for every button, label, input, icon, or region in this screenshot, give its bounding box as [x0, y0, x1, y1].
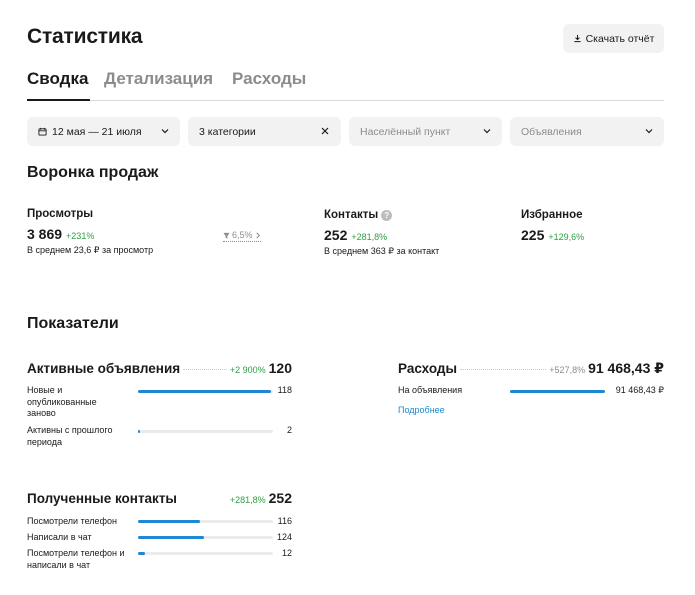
date-range-value: 12 мая — 21 июля	[52, 125, 142, 138]
expenses-delta: +527,8%	[549, 365, 586, 375]
progress-fill	[510, 390, 605, 393]
progress-track	[138, 520, 273, 523]
progress-fill	[138, 520, 201, 523]
views-value: 3 869	[27, 226, 63, 242]
leader-dots	[460, 369, 547, 370]
favorites-value: 225	[521, 227, 545, 243]
category-value: 3 категории	[199, 125, 256, 138]
row-label: На объявления	[398, 385, 463, 395]
contacts-label: Контакты	[324, 209, 379, 221]
funnel-title: Воронка продаж	[27, 164, 159, 181]
expenses-more-link[interactable]: Подробнее	[398, 405, 445, 415]
progress-fill	[138, 390, 271, 393]
row-value: 116	[277, 516, 292, 526]
download-icon	[573, 34, 581, 43]
download-report-label: Скачать отчёт	[585, 32, 655, 45]
row-label: Посмотрели телефон и написали в чат	[27, 548, 125, 570]
leader-dots	[180, 499, 227, 500]
list-item: Активны с прошлого периода 2	[27, 425, 292, 449]
row-value: 118	[277, 385, 292, 395]
chevron-down-icon	[483, 129, 491, 134]
active-listings-value: 120	[268, 360, 292, 376]
expenses-value: 91 468,43 ₽	[588, 360, 664, 376]
category-filter[interactable]: 3 категории	[188, 117, 341, 146]
active-listings-header: Активные объявления +2 900% 120	[27, 360, 292, 376]
views-label: Просмотры	[27, 208, 94, 220]
close-icon[interactable]	[320, 126, 330, 136]
active-tab-indicator	[27, 99, 90, 101]
contacts-delta: +281,8%	[351, 232, 388, 242]
tab-details[interactable]: Детализация	[104, 69, 213, 89]
tab-expenses[interactable]: Расходы	[232, 69, 306, 89]
funnel-views: Просмотры 3 869 +231% В среднем 23,6 ₽ з…	[27, 208, 153, 256]
chevron-down-icon	[161, 129, 169, 134]
list-item: Посмотрели телефон 116	[27, 516, 292, 528]
conversion-rate[interactable]: 6,5%	[223, 230, 261, 242]
views-average: В среднем 23,6 ₽ за просмотр	[27, 245, 154, 255]
location-placeholder: Населённый пункт	[360, 125, 451, 138]
info-icon[interactable]: ?	[381, 209, 393, 221]
row-label: Написали в чат	[27, 532, 92, 542]
progress-track	[510, 390, 605, 393]
list-item: Новые и опубликованные заново 118	[27, 385, 292, 421]
chevron-down-icon	[645, 129, 653, 134]
expenses-title: Расходы	[398, 361, 458, 376]
progress-fill	[138, 430, 141, 433]
listings-placeholder: Объявления	[521, 125, 582, 138]
contacts-value: 252	[324, 227, 348, 243]
leader-dots	[183, 369, 227, 370]
download-report-button[interactable]: Скачать отчёт	[563, 24, 664, 53]
active-listings-title: Активные объявления	[27, 361, 181, 376]
received-contacts-delta: +281,8%	[229, 495, 266, 505]
received-contacts-value: 252	[268, 490, 292, 506]
progress-track	[138, 536, 273, 539]
row-value: 12	[281, 548, 292, 558]
list-item: На объявления 91 468,43 ₽	[398, 385, 664, 399]
row-label: Новые и опубликованные заново	[27, 385, 97, 418]
row-label: Активны с прошлого периода	[27, 425, 113, 447]
contacts-average: В среднем 363 ₽ за контакт	[324, 246, 440, 256]
row-value: 124	[276, 532, 292, 542]
funnel-favorites: Избранное 225 +129,6%	[521, 209, 584, 243]
indicators-title: Показатели	[27, 315, 119, 332]
list-item: Написали в чат 124	[27, 532, 292, 544]
tab-summary[interactable]: Сводка	[27, 69, 88, 89]
calendar-icon	[38, 127, 47, 136]
progress-fill	[138, 552, 145, 555]
chevron-right-icon	[255, 232, 260, 238]
row-label: Посмотрели телефон	[27, 516, 117, 526]
row-value: 91 468,43 ₽	[615, 385, 664, 395]
expenses-header: Расходы +527,8% 91 468,43 ₽	[398, 360, 664, 377]
views-delta: +231%	[66, 231, 95, 241]
filter-bar: 12 мая — 21 июля 3 категории Населённый …	[27, 117, 664, 146]
progress-track	[138, 430, 273, 433]
progress-fill	[138, 536, 205, 539]
progress-track	[138, 390, 273, 393]
tab-bar: Сводка Детализация Расходы	[27, 68, 664, 101]
favorites-delta: +129,6%	[548, 232, 585, 242]
favorites-label: Избранное	[521, 209, 583, 221]
date-range-filter[interactable]: 12 мая — 21 июля	[27, 117, 180, 146]
funnel-contacts: Контакты ? 252 +281,8% В среднем 363 ₽ з…	[324, 209, 439, 257]
received-contacts-header: Полученные контакты +281,8% 252	[27, 490, 292, 506]
location-filter[interactable]: Населённый пункт	[349, 117, 502, 146]
progress-track	[138, 552, 273, 555]
page-title: Статистика	[27, 25, 143, 48]
conversion-value: 6,5%	[232, 230, 253, 240]
active-listings-delta: +2 900%	[229, 365, 266, 375]
listings-filter[interactable]: Объявления	[510, 117, 664, 146]
page-header: Статистика Скачать отчёт	[27, 24, 664, 54]
list-item: Посмотрели телефон и написали в чат 12	[27, 548, 292, 572]
row-value: 2	[286, 425, 292, 435]
received-contacts-title: Полученные контакты	[27, 491, 177, 506]
funnel-icon	[223, 232, 230, 239]
